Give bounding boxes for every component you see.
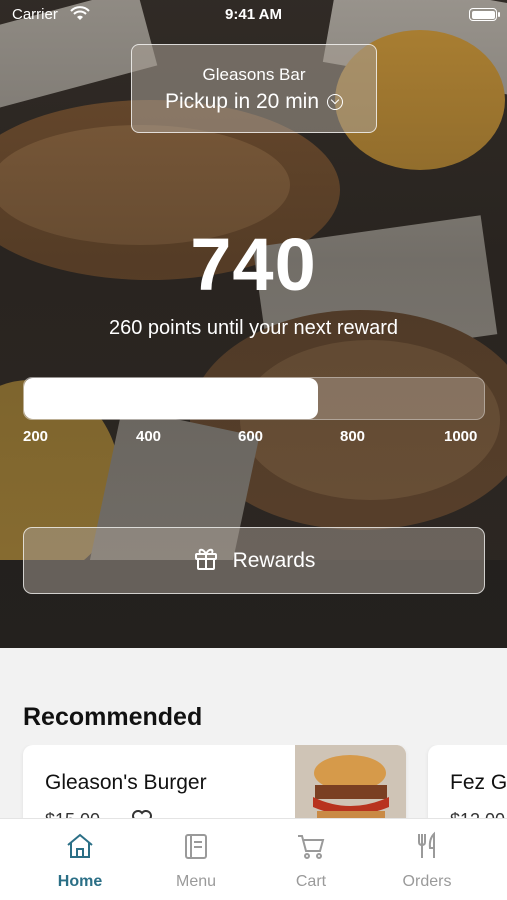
recommended-heading: Recommended	[23, 703, 203, 731]
gift-icon	[193, 545, 219, 577]
recommended-carousel[interactable]: Gleason's Burger $15.00 Fez G $12.00	[0, 745, 507, 825]
progress-ticks: 200 400 600 800 1000	[0, 428, 507, 448]
pickup-selector[interactable]: Gleasons Bar Pickup in 20 min	[131, 44, 377, 133]
tick-label: 400	[136, 428, 162, 445]
product-name: Gleason's Burger	[45, 771, 207, 794]
rewards-hero: Carrier 9:41 AM Gleasons Bar Pickup in 2…	[0, 0, 507, 648]
menu-book-icon	[141, 831, 251, 861]
clock: 9:41 AM	[225, 6, 282, 23]
points-until-reward: 260 points until your next reward	[108, 317, 399, 339]
tab-label: Cart	[295, 873, 327, 890]
rewards-button-label: Rewards	[232, 548, 316, 572]
product-card[interactable]: Gleason's Burger $15.00	[23, 745, 406, 825]
tab-orders[interactable]: Orders	[372, 831, 482, 891]
rewards-progress-bar	[23, 377, 485, 420]
tab-bar: Home Menu Cart Orders	[0, 818, 507, 900]
tick-label: 600	[238, 428, 264, 445]
rewards-button[interactable]: Rewards	[23, 527, 485, 594]
tick-label: 800	[340, 428, 366, 445]
tab-label: Menu	[175, 873, 217, 890]
product-image	[295, 745, 406, 825]
battery-icon	[469, 8, 500, 21]
tab-home[interactable]: Home	[25, 831, 135, 891]
fork-knife-icon	[372, 831, 482, 861]
pickup-store-name: Gleasons Bar	[202, 65, 306, 84]
tab-label: Orders	[402, 873, 452, 890]
rewards-progress-fill	[24, 378, 319, 419]
tick-label: 1000	[444, 428, 478, 445]
tab-cart[interactable]: Cart	[256, 831, 366, 891]
pickup-time-label: Pickup in 20 min	[164, 90, 320, 113]
points-balance: 740	[190, 223, 317, 306]
status-bar: Carrier 9:41 AM	[0, 0, 507, 30]
tab-menu[interactable]: Menu	[141, 831, 251, 891]
product-card[interactable]: Fez G $12.00	[428, 745, 507, 825]
product-name: Fez G	[450, 771, 507, 794]
tick-label: 200	[23, 428, 49, 445]
cart-icon	[256, 831, 366, 861]
home-icon	[25, 831, 135, 861]
chevron-down-circle-icon	[327, 94, 344, 110]
tab-label: Home	[57, 873, 103, 890]
